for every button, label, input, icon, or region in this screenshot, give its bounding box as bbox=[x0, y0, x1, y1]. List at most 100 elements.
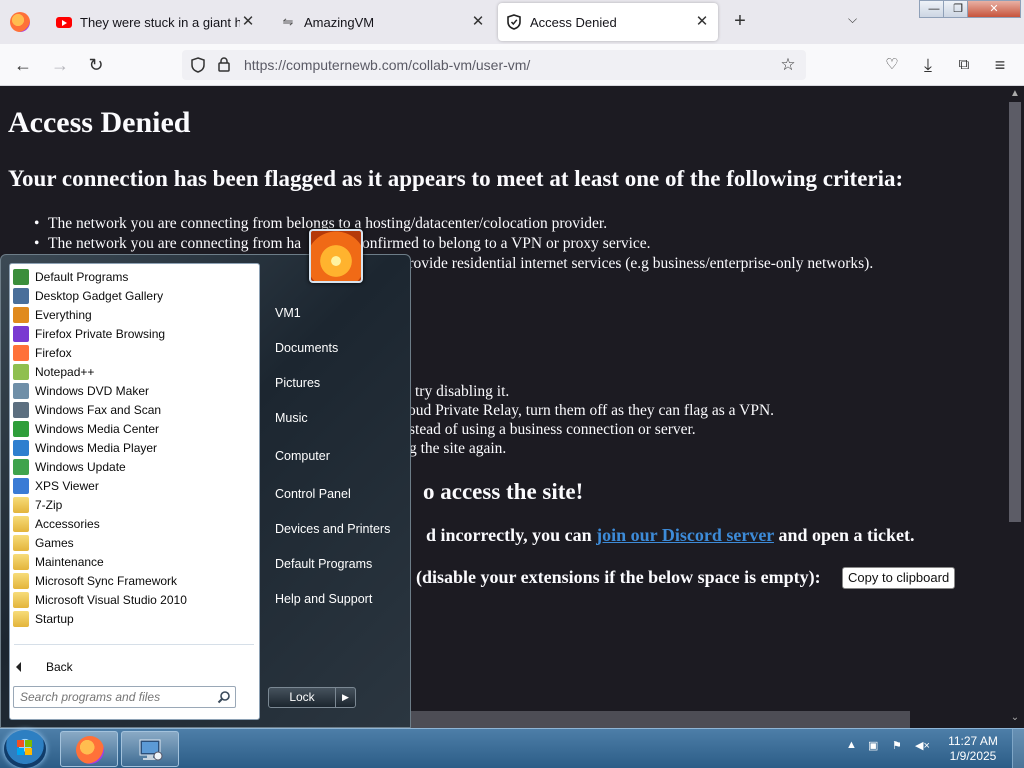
user-avatar[interactable] bbox=[309, 229, 363, 283]
youtube-icon bbox=[56, 14, 72, 30]
start-right-item[interactable]: Default Programs bbox=[275, 557, 372, 571]
copy-to-clipboard-button[interactable]: Copy to clipboard bbox=[842, 567, 956, 589]
start-right-item[interactable]: VM1 bbox=[275, 306, 301, 320]
program-item[interactable]: Firefox bbox=[13, 343, 257, 362]
volume-muted-icon[interactable]: ◀× bbox=[915, 739, 930, 752]
program-item[interactable]: Everything bbox=[13, 305, 257, 324]
program-label: XPS Viewer bbox=[35, 478, 99, 493]
show-hidden-icons[interactable]: ▲ bbox=[846, 739, 857, 751]
firefox-icon bbox=[13, 344, 29, 361]
start-right-item[interactable]: Devices and Printers bbox=[275, 522, 390, 536]
horizontal-scrollbar[interactable] bbox=[408, 711, 910, 728]
start-right-item[interactable]: Music bbox=[275, 411, 308, 425]
firefox-logo-icon[interactable] bbox=[10, 12, 30, 32]
start-right-item[interactable]: Computer bbox=[275, 449, 330, 463]
taskbar: ▲ ▣ ⚑ ◀× 11:27 AM 1/9/2025 bbox=[0, 728, 1024, 768]
magnifier-icon bbox=[13, 306, 29, 323]
taskbar-vm-button[interactable] bbox=[121, 731, 179, 767]
program-item[interactable]: 7-Zip bbox=[13, 495, 257, 514]
action-center-flag-icon[interactable]: ⚑ bbox=[892, 739, 902, 752]
start-right-item[interactable]: Documents bbox=[275, 341, 338, 355]
program-item[interactable]: Desktop Gadget Gallery bbox=[13, 286, 257, 305]
scroll-up-icon[interactable]: ▲ bbox=[1010, 88, 1020, 99]
program-item[interactable]: Games bbox=[13, 533, 257, 552]
back-arrow-icon[interactable]: ← bbox=[12, 54, 34, 76]
fix-item: try disabling it. bbox=[415, 383, 510, 400]
program-item[interactable]: Notepad++ bbox=[13, 362, 257, 381]
program-label: Desktop Gadget Gallery bbox=[35, 288, 164, 303]
program-item[interactable]: Windows Media Player bbox=[13, 438, 257, 457]
program-item[interactable]: Windows Media Center bbox=[13, 419, 257, 438]
program-label: Firefox Private Browsing bbox=[35, 326, 166, 341]
search-box[interactable] bbox=[13, 686, 236, 708]
menu-icon[interactable]: ≡ bbox=[989, 54, 1011, 76]
program-item[interactable]: Maintenance bbox=[13, 552, 257, 571]
program-item[interactable]: Firefox Private Browsing bbox=[13, 324, 257, 343]
clock[interactable]: 11:27 AM 1/9/2025 bbox=[940, 734, 1006, 764]
discord-pre-text: d incorrectly, you can bbox=[426, 525, 592, 545]
pocket-icon[interactable]: ♡ bbox=[881, 54, 903, 76]
list-all-tabs-icon[interactable]: ⌵ bbox=[848, 12, 857, 27]
close-icon[interactable]: ✕ bbox=[470, 14, 486, 30]
media-center-icon bbox=[13, 420, 29, 437]
network-icon[interactable]: ▣ bbox=[868, 739, 878, 752]
fix-item: oud Private Relay, turn them off as they… bbox=[408, 402, 775, 419]
tab-youtube[interactable]: They were stuck in a giant hole ✕ bbox=[48, 3, 264, 41]
extensions-icon[interactable]: ⧉ bbox=[953, 54, 975, 76]
program-label: Maintenance bbox=[35, 554, 104, 569]
divider bbox=[14, 644, 254, 645]
start-button[interactable] bbox=[4, 730, 46, 768]
tab-access-denied[interactable]: Access Denied ✕ bbox=[498, 3, 718, 41]
folder-icon bbox=[13, 534, 29, 551]
start-right-item[interactable]: Help and Support bbox=[275, 592, 372, 606]
lock-icon[interactable] bbox=[216, 57, 232, 73]
tab-bar: They were stuck in a giant hole ✕ ⇋ Amaz… bbox=[0, 0, 1024, 44]
program-label: 7-Zip bbox=[35, 497, 63, 512]
program-label: Windows Media Player bbox=[35, 440, 158, 455]
program-item[interactable]: XPS Viewer bbox=[13, 476, 257, 495]
search-input[interactable] bbox=[20, 689, 210, 705]
extensions-text: (disable your extensions if the below sp… bbox=[416, 567, 821, 587]
tab-amazingvm[interactable]: ⇋ AmazingVM ✕ bbox=[272, 3, 494, 41]
program-item[interactable]: Accessories bbox=[13, 514, 257, 533]
vm-icon: ⇋ bbox=[282, 14, 294, 29]
back-button[interactable]: Back bbox=[16, 660, 73, 674]
scrollbar-thumb[interactable] bbox=[1009, 102, 1021, 522]
close-icon[interactable]: ✕ bbox=[240, 14, 256, 30]
forward-arrow-icon[interactable]: → bbox=[49, 54, 71, 76]
tracking-protection-icon[interactable] bbox=[190, 57, 206, 73]
close-icon[interactable]: ✕ bbox=[694, 14, 710, 30]
program-label: Games bbox=[35, 535, 74, 550]
vertical-scrollbar[interactable]: ▲ ⌄ bbox=[1006, 86, 1024, 728]
program-label: Default Programs bbox=[35, 269, 129, 284]
program-item[interactable]: Windows Update bbox=[13, 457, 257, 476]
discord-link[interactable]: join our Discord server bbox=[596, 525, 774, 545]
program-item[interactable]: Windows DVD Maker bbox=[13, 381, 257, 400]
program-item[interactable]: Windows Fax and Scan bbox=[13, 400, 257, 419]
clock-time: 11:27 AM bbox=[948, 734, 998, 748]
program-item[interactable]: Microsoft Visual Studio 2010 bbox=[13, 590, 257, 609]
shutdown-options-arrow-icon[interactable]: ▶ bbox=[335, 687, 356, 708]
folder-icon bbox=[13, 553, 29, 570]
taskbar-firefox-button[interactable] bbox=[60, 731, 118, 767]
new-tab-button[interactable]: + bbox=[729, 10, 751, 32]
search-icon[interactable] bbox=[217, 690, 231, 704]
downloads-icon[interactable]: ⤓ bbox=[917, 54, 939, 76]
url-text: https://computernewb.com/collab-vm/user-… bbox=[244, 57, 531, 73]
clock-date: 1/9/2025 bbox=[949, 749, 997, 763]
reload-icon[interactable]: ↻ bbox=[85, 54, 107, 76]
program-item[interactable]: Startup bbox=[13, 609, 257, 628]
url-bar[interactable]: https://computernewb.com/collab-vm/user-… bbox=[182, 50, 806, 80]
discord-line: d incorrectly, you can join our Discord … bbox=[426, 525, 914, 546]
start-right-item[interactable]: Pictures bbox=[275, 376, 320, 390]
bookmark-star-icon[interactable]: ☆ bbox=[780, 56, 796, 73]
program-item[interactable]: Default Programs bbox=[13, 267, 257, 286]
windows-logo-icon bbox=[17, 740, 32, 755]
program-item[interactable]: Microsoft Sync Framework bbox=[13, 571, 257, 590]
close-window-button[interactable]: ✕ bbox=[967, 0, 1021, 18]
lock-button[interactable]: Lock bbox=[268, 687, 336, 708]
page-subtitle: Your connection has been flagged as it a… bbox=[8, 166, 904, 191]
start-right-item[interactable]: Control Panel bbox=[275, 487, 351, 501]
show-desktop-button[interactable] bbox=[1012, 729, 1024, 768]
scroll-down-icon[interactable]: ⌄ bbox=[1010, 712, 1020, 723]
